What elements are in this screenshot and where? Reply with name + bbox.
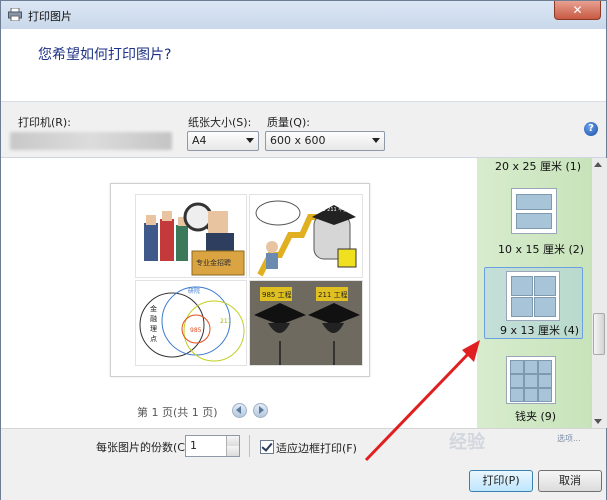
- stepper-down-icon[interactable]: [226, 446, 239, 456]
- fit-frame-checkbox[interactable]: [260, 440, 274, 454]
- mini-photo: [516, 213, 552, 229]
- quality-value: 600 x 600: [270, 134, 326, 147]
- svg-text:985 211 毕业: 985 211 毕业: [316, 206, 348, 213]
- page-indicator: 第 1 页(共 1 页): [137, 406, 218, 419]
- options-link[interactable]: 选项...: [557, 434, 581, 443]
- svg-text:理: 理: [150, 325, 157, 333]
- dialog-header: [1, 29, 606, 102]
- picture-officials-magnifier: 专业金招聘: [135, 194, 247, 278]
- close-button[interactable]: ✕: [554, 1, 601, 20]
- mini-photo: [516, 194, 552, 210]
- scroll-up-icon[interactable]: [594, 162, 602, 167]
- mini-photo: [510, 374, 524, 388]
- copies-value: 1: [190, 439, 197, 452]
- cancel-button[interactable]: 取消: [538, 470, 602, 492]
- scroll-down-icon[interactable]: [594, 419, 602, 424]
- svg-text:金: 金: [150, 304, 157, 313]
- mini-photo: [538, 360, 552, 374]
- mini-photo: [534, 276, 556, 296]
- fit-frame-label[interactable]: 适应边框打印(F): [276, 440, 357, 456]
- chevron-left-icon: [236, 406, 241, 414]
- print-button[interactable]: 打印(P): [469, 470, 533, 492]
- mini-photo: [510, 360, 524, 374]
- printer-label: 打印机(R):: [18, 116, 71, 129]
- svg-text:211: 211: [220, 318, 232, 325]
- layout-label-wallet[interactable]: 钱夹 (9): [515, 408, 556, 424]
- picture-venn-diagram: 金 融 理 点 985 211 研院: [135, 280, 247, 366]
- mini-photo: [538, 374, 552, 388]
- svg-text:专业金招聘: 专业金招聘: [196, 258, 231, 267]
- chevron-right-icon: [259, 406, 264, 414]
- svg-text:985 工程: 985 工程: [262, 290, 292, 299]
- quality-select[interactable]: 600 x 600: [265, 131, 385, 151]
- printer-icon: [8, 8, 22, 21]
- preview-page: 专业金招聘 985 211 毕业 金 融 理 点 985 211 研院 985 …: [110, 183, 370, 377]
- layout-label-20x25[interactable]: 20 x 25 厘米 (1): [495, 158, 581, 174]
- mini-photo: [538, 388, 552, 402]
- chevron-down-icon: [372, 138, 380, 143]
- picture-graduation-caps: 985 工程 211 工程: [249, 280, 363, 366]
- divider: [249, 435, 250, 457]
- title-bar: 打印图片: [1, 1, 606, 29]
- svg-text:211 工程: 211 工程: [318, 290, 348, 299]
- layout-scrollbar[interactable]: [591, 158, 607, 428]
- mini-photo: [510, 388, 524, 402]
- layout-thumb-10x15[interactable]: [511, 188, 557, 234]
- chevron-down-icon: [246, 138, 254, 143]
- print-pictures-dialog: 打印图片 ✕ 您希望如何打印图片? 打印机(R): 纸张大小(S): A4 质量…: [0, 0, 607, 500]
- svg-text:融: 融: [150, 314, 157, 323]
- quality-label: 质量(Q):: [267, 116, 310, 129]
- svg-text:研院: 研院: [188, 287, 200, 295]
- mini-photo: [534, 297, 556, 317]
- picture-graduate-cartoon: 985 211 毕业: [249, 194, 363, 278]
- layout-thumb-9x13[interactable]: [506, 271, 560, 321]
- help-icon[interactable]: ?: [584, 122, 598, 136]
- window-title: 打印图片: [28, 10, 72, 23]
- svg-text:点: 点: [150, 335, 157, 343]
- previous-page-button[interactable]: [232, 403, 247, 418]
- layout-thumb-wallet[interactable]: [506, 356, 556, 404]
- paper-size-select[interactable]: A4: [187, 131, 259, 151]
- copies-stepper[interactable]: 1: [185, 435, 240, 457]
- mini-photo: [524, 388, 538, 402]
- next-page-button[interactable]: [253, 403, 268, 418]
- copies-label: 每张图片的份数(C):: [96, 441, 193, 454]
- watermark-overlay: 经验: [449, 432, 485, 453]
- mini-photo: [524, 360, 538, 374]
- layout-label-10x15[interactable]: 10 x 15 厘米 (2): [498, 241, 584, 257]
- mini-photo: [511, 297, 533, 317]
- paper-size-label: 纸张大小(S):: [188, 116, 252, 129]
- dialog-heading: 您希望如何打印图片?: [38, 47, 172, 63]
- mini-photo: [511, 276, 533, 296]
- svg-text:985: 985: [190, 327, 202, 334]
- layout-label-9x13[interactable]: 9 x 13 厘米 (4): [500, 322, 579, 338]
- scrollbar-thumb[interactable]: [593, 313, 605, 355]
- mini-photo: [524, 374, 538, 388]
- printer-field[interactable]: [10, 132, 172, 150]
- paper-size-value: A4: [192, 134, 207, 147]
